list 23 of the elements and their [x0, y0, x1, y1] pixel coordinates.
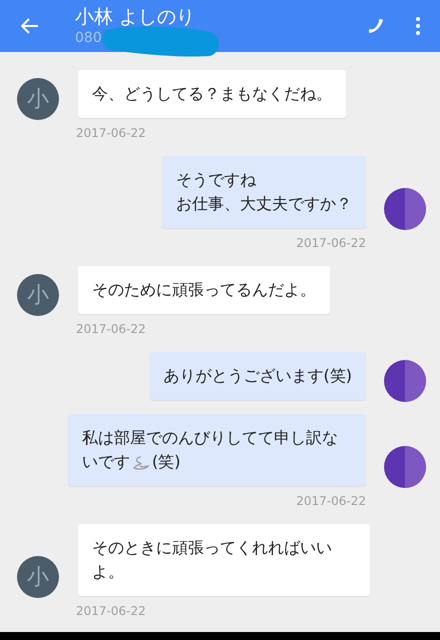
phone-icon	[367, 17, 385, 35]
message-bubble: ありがとうございます(笑)	[150, 352, 366, 400]
contact-avatar: 小	[17, 78, 59, 120]
message-date: 2017-06-22	[76, 321, 146, 338]
emoji-icon	[132, 454, 150, 471]
message-bubble: 今、どうしてる？まもなくだね。	[78, 70, 346, 118]
message-date: 2017-06-22	[76, 603, 146, 620]
message-date: 2017-06-22	[296, 235, 366, 252]
message-bubble: 私は部屋でのんびりしてて申し訳ないです (笑)	[68, 414, 366, 486]
contact-avatar: 小	[17, 556, 59, 598]
user-avatar	[384, 446, 426, 488]
back-arrow-icon	[21, 18, 39, 34]
more-options-icon	[416, 17, 420, 35]
message-bubble: そのために頑張ってるんだよ。	[78, 266, 330, 314]
user-avatar	[384, 188, 426, 230]
user-avatar	[384, 360, 426, 402]
message-date: 2017-06-22	[76, 125, 146, 142]
message-bubble: そうですね お仕事、大丈夫ですか？	[162, 156, 366, 228]
contact-name: 小林 よしのり	[75, 5, 196, 29]
message-bubble: そのときに頑張ってくれればいいよ。	[78, 524, 370, 596]
phone-number: 080	[75, 29, 102, 47]
contact-avatar: 小	[17, 274, 59, 316]
message-date: 2017-06-22	[296, 493, 366, 510]
